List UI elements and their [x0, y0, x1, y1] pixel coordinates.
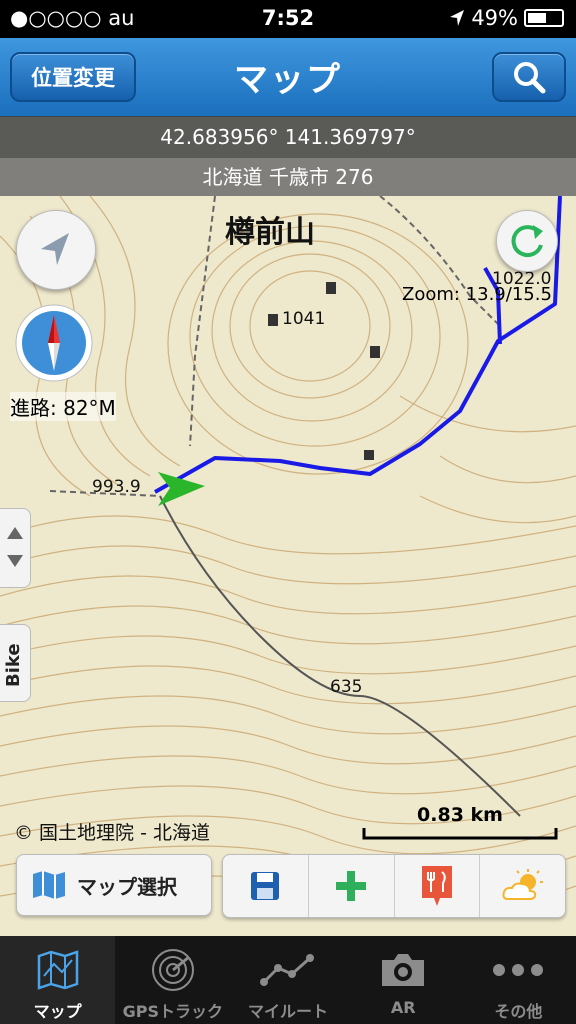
radar-icon	[151, 949, 194, 991]
refresh-icon	[511, 225, 543, 258]
coordinates-bar: 42.683956° 141.369797°	[0, 116, 576, 158]
scale-bar: 0.83 km	[362, 804, 558, 840]
tab-more-label: その他	[494, 1002, 543, 1021]
tab-gps-track-label: GPSトラック	[122, 1002, 223, 1021]
tab-map-label: マップ	[33, 1002, 82, 1021]
tab-bar: マップ GPSトラック マイルート AR その他	[0, 936, 576, 1024]
battery-percent: 49%	[471, 6, 518, 30]
scale-label: 0.83 km	[417, 804, 503, 826]
bike-mode-button[interactable]: Bike	[0, 624, 31, 702]
tab-gps-track[interactable]: GPSトラック	[115, 936, 230, 1024]
location-arrow-icon	[450, 10, 465, 26]
restaurant-button[interactable]	[393, 855, 480, 917]
peak-elev-1041: 1041	[282, 309, 325, 329]
save-button[interactable]	[223, 855, 308, 917]
toolbar-actions	[222, 854, 566, 918]
camera-icon	[382, 954, 425, 986]
elev-635: 635	[330, 677, 362, 697]
scale-line	[362, 828, 558, 840]
plus-icon	[336, 871, 367, 901]
page-title: マップ	[234, 60, 342, 100]
mountain-name-label: 樽前山	[225, 215, 315, 250]
peak-elev-993: 993.9	[92, 477, 141, 497]
map-icon	[33, 871, 65, 899]
save-icon	[251, 872, 280, 900]
address-bar: 北海道 千歳市 276	[0, 158, 576, 196]
tab-ar-label: AR	[390, 998, 416, 1017]
status-bar: ●○○○○ au 7:52 49%	[0, 0, 576, 38]
map-toolbar: マップ選択	[0, 848, 576, 918]
add-button[interactable]	[307, 855, 394, 917]
zoom-readout: Zoom: 13.9/15.5	[402, 284, 552, 305]
map-attribution: © 国土地理院 - 北海道	[14, 822, 210, 844]
weather-button[interactable]	[479, 855, 565, 917]
map-select-label: マップ選択	[77, 874, 177, 899]
weather-icon	[502, 869, 543, 900]
heading-readout: 進路: 82°M	[10, 392, 116, 421]
compass-icon	[15, 304, 93, 382]
restaurant-icon	[421, 866, 452, 906]
nav-bar: 位置変更 マップ	[0, 38, 576, 117]
tab-my-route-label: マイルート	[248, 1002, 329, 1021]
map-icon	[37, 950, 78, 990]
search-icon	[514, 62, 546, 94]
search-button[interactable]	[492, 52, 566, 102]
tab-map[interactable]: マップ	[0, 936, 116, 1024]
bike-mode-label: Bike	[3, 643, 24, 687]
current-location-button[interactable]	[16, 210, 96, 290]
tab-ar[interactable]: AR	[346, 936, 461, 1024]
battery-icon	[524, 9, 564, 27]
refresh-button[interactable]	[496, 210, 558, 272]
tab-more[interactable]: その他	[461, 936, 576, 1024]
battery-indicator: 49%	[449, 6, 564, 30]
compass-button[interactable]	[14, 303, 94, 383]
route-icon	[260, 954, 314, 986]
tab-my-route[interactable]: マイルート	[230, 936, 345, 1024]
up-down-icon	[7, 527, 23, 567]
navigation-arrow-icon	[41, 233, 69, 265]
more-icon	[493, 964, 544, 976]
scroll-toggle-button[interactable]	[0, 508, 31, 588]
map-select-button[interactable]: マップ選択	[16, 854, 212, 916]
